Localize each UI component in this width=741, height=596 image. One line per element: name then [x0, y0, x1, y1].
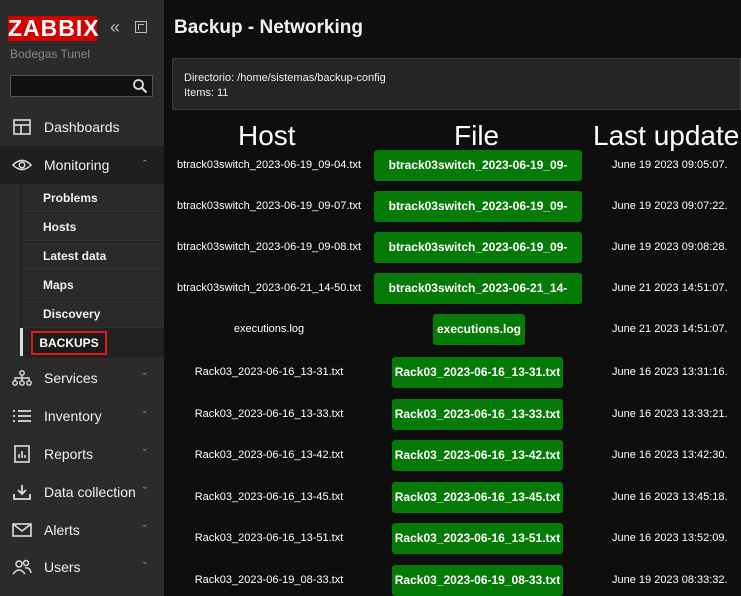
- kiosk-mode-icon[interactable]: [135, 21, 147, 33]
- table-cell-host: btrack03switch_2023-06-19_09-04.txt: [176, 159, 362, 171]
- submenu-item-latest-data[interactable]: Latest data: [22, 242, 164, 270]
- menu-label-inventory: Inventory: [44, 408, 102, 424]
- table-cell-host: Rack03_2023-06-16_13-31.txt: [194, 366, 344, 378]
- menu-item-dashboards[interactable]: Dashboards: [0, 108, 164, 146]
- table-cell-last-update: June 21 2023 14:51:07.: [612, 282, 728, 294]
- search-input[interactable]: [11, 76, 129, 96]
- file-download-button[interactable]: Rack03_2023-06-19_08-33.txt: [392, 565, 563, 596]
- submenu-label: Hosts: [43, 219, 77, 234]
- menu-label-users: Users: [44, 559, 81, 575]
- menu-label-reports: Reports: [44, 446, 94, 462]
- file-download-button[interactable]: btrack03switch_2023-06-21_14-50.txt: [374, 273, 582, 326]
- table-cell-last-update: June 19 2023 09:05:07.: [612, 159, 728, 171]
- menu-item-data-collection[interactable]: Data collection ˇ: [0, 473, 164, 511]
- table-cell-last-update: June 16 2023 13:45:18.: [612, 491, 728, 503]
- active-indicator: [20, 328, 23, 356]
- submenu-item-maps[interactable]: Maps: [22, 271, 164, 299]
- submenu-label: Discovery: [43, 306, 101, 321]
- table-cell-last-update: June 16 2023 13:52:09.: [612, 532, 728, 544]
- inventory-list-icon: [12, 406, 32, 426]
- chevron-down-icon: ˇ: [143, 561, 147, 573]
- table-cell-host: Rack03_2023-06-16_13-33.txt: [194, 408, 344, 420]
- menu-label-alerts: Alerts: [44, 522, 80, 538]
- download-icon: [12, 482, 32, 502]
- main-content: Backup - Networking Directorio: /home/si…: [164, 0, 741, 596]
- file-download-button[interactable]: btrack03switch_2023-06-19_09-07.txt: [374, 191, 582, 244]
- table-cell-last-update: June 16 2023 13:42:30.: [612, 449, 728, 461]
- table-cell-last-update: June 19 2023 09:07:22.: [612, 200, 728, 212]
- column-header-host: Host: [238, 120, 296, 151]
- menu-item-services[interactable]: Services ˇ: [0, 359, 164, 397]
- dashboards-icon: [12, 117, 32, 137]
- table-cell-host: Rack03_2023-06-16_13-51.txt: [194, 532, 344, 544]
- submenu-label: Problems: [43, 190, 98, 205]
- chevron-down-icon: ˇ: [143, 410, 147, 422]
- table-cell-host: Rack03_2023-06-16_13-45.txt: [194, 491, 344, 503]
- table-cell-last-update: June 21 2023 14:51:07.: [612, 323, 728, 335]
- file-download-button[interactable]: Rack03_2023-06-16_13-31.txt: [392, 357, 563, 388]
- table-cell-last-update: June 16 2023 13:31:16.: [612, 366, 728, 378]
- submenu-label: Latest data: [43, 248, 107, 263]
- menu-label-monitoring: Monitoring: [44, 157, 110, 173]
- table-cell-last-update: June 16 2023 13:33:21.: [612, 408, 728, 420]
- table-cell-host: executions.log: [233, 323, 305, 335]
- reports-icon: [12, 444, 32, 464]
- server-name: Bodegas Tunel: [10, 47, 91, 61]
- menu-item-monitoring[interactable]: Monitoring ˆ: [0, 146, 164, 184]
- file-download-button[interactable]: btrack03switch_2023-06-19_09-04.txt: [374, 150, 582, 203]
- menu-item-inventory[interactable]: Inventory ˇ: [0, 397, 164, 435]
- monitoring-eye-icon: [12, 155, 32, 175]
- info-box: Directorio: /home/sistemas/backup-config…: [172, 58, 741, 110]
- search-icon[interactable]: [132, 78, 148, 94]
- page-title: Backup - Networking: [174, 17, 363, 38]
- file-download-button[interactable]: Rack03_2023-06-16_13-45.txt: [392, 482, 563, 513]
- menu-item-alerts[interactable]: Alerts ˇ: [0, 511, 164, 549]
- file-download-button[interactable]: Rack03_2023-06-16_13-51.txt: [392, 523, 563, 554]
- submenu-item-backups[interactable]: BACKUPS: [31, 331, 107, 355]
- table-cell-host: btrack03switch_2023-06-19_09-07.txt: [176, 200, 362, 212]
- search-box: [10, 75, 153, 97]
- column-header-last-update: Last update: [593, 120, 740, 151]
- table-cell-last-update: June 19 2023 09:08:28.: [612, 241, 728, 253]
- services-icon: [12, 368, 32, 388]
- table-cell-host: Rack03_2023-06-19_08-33.txt: [194, 574, 344, 586]
- file-download-button[interactable]: executions.log: [433, 314, 525, 345]
- chevron-down-icon: ˇ: [143, 486, 147, 498]
- menu-label-services: Services: [44, 370, 98, 386]
- menu-label-data-collection: Data collection: [44, 484, 136, 500]
- items-count: Items: 11: [184, 87, 229, 99]
- menu-label-dashboards: Dashboards: [44, 119, 120, 135]
- submenu-item-problems[interactable]: Problems: [22, 184, 164, 212]
- submenu-item-hosts[interactable]: Hosts: [22, 213, 164, 241]
- chevron-down-icon: ˇ: [143, 372, 147, 384]
- menu-item-reports[interactable]: Reports ˇ: [0, 435, 164, 473]
- zabbix-logo[interactable]: ZABBIX: [8, 16, 99, 41]
- submenu-item-discovery[interactable]: Discovery: [22, 300, 164, 328]
- file-download-button[interactable]: Rack03_2023-06-16_13-42.txt: [392, 440, 563, 471]
- sidebar: ZABBIX « Bodegas Tunel Dashboards Monito…: [0, 0, 164, 596]
- column-header-file: File: [454, 120, 500, 151]
- table-cell-host: btrack03switch_2023-06-19_09-08.txt: [176, 241, 362, 253]
- chevron-down-icon: ˇ: [143, 448, 147, 460]
- submenu-label: Maps: [43, 277, 74, 292]
- chevron-up-icon: ˆ: [143, 159, 147, 171]
- envelope-icon: [12, 520, 32, 540]
- file-download-button[interactable]: Rack03_2023-06-16_13-33.txt: [392, 399, 563, 430]
- table-cell-host: btrack03switch_2023-06-21_14-50.txt: [176, 282, 362, 294]
- table-cell-last-update: June 19 2023 08:33:32.: [612, 574, 728, 586]
- file-download-button[interactable]: btrack03switch_2023-06-19_09-08.txt: [374, 232, 582, 285]
- chevron-down-icon: ˇ: [143, 524, 147, 536]
- table-cell-host: Rack03_2023-06-16_13-42.txt: [194, 449, 344, 461]
- collapse-sidebar-icon[interactable]: «: [110, 17, 120, 37]
- directory-path: Directorio: /home/sistemas/backup-config: [184, 72, 386, 84]
- users-icon: [12, 557, 32, 577]
- menu-item-users[interactable]: Users ˇ: [0, 548, 164, 586]
